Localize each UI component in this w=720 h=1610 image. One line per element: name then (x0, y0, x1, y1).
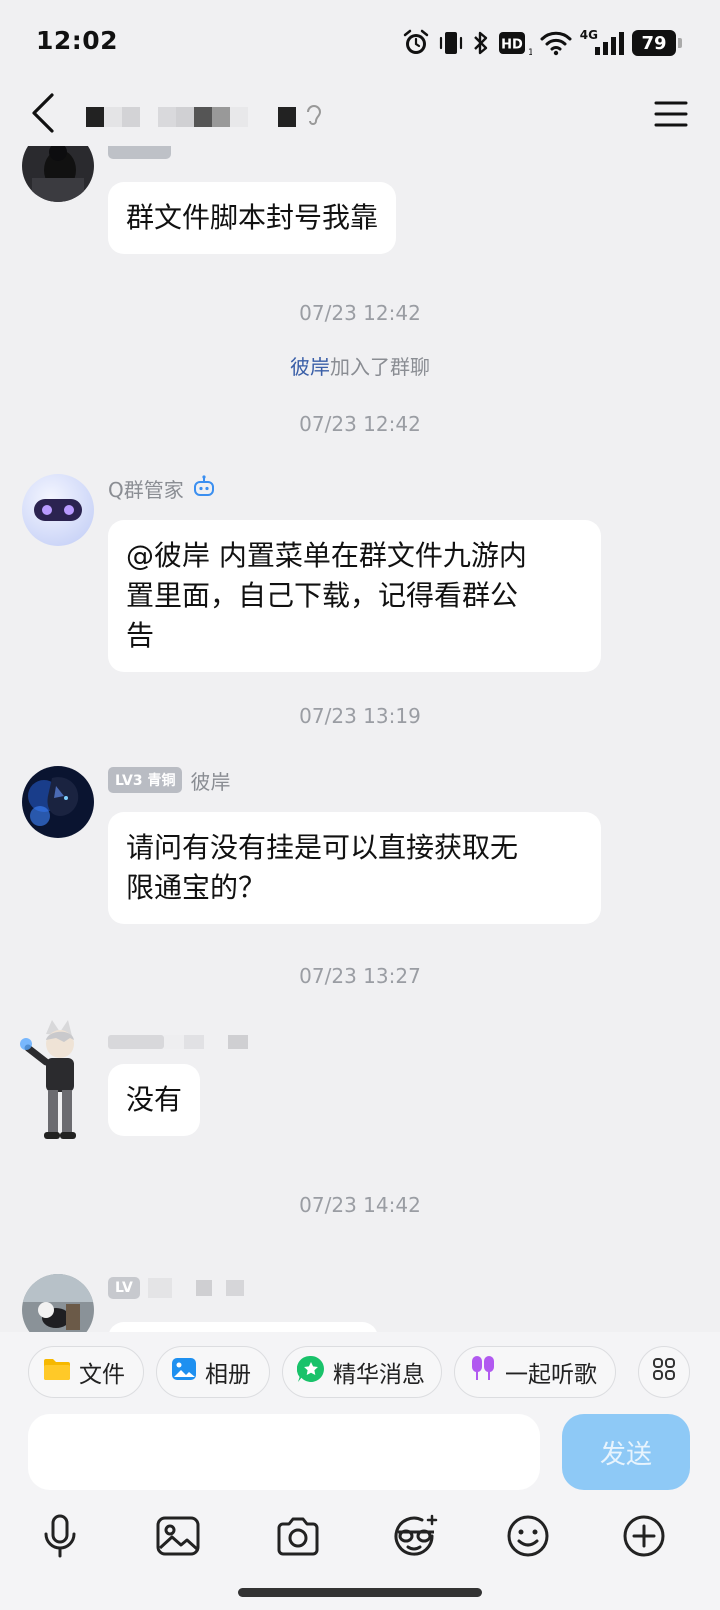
sticker-face-icon (392, 1514, 440, 1562)
emoji-icon (506, 1514, 550, 1562)
camera-icon (275, 1516, 321, 1560)
level-badge (108, 146, 171, 159)
avatar[interactable] (22, 146, 94, 202)
folder-icon (43, 1357, 71, 1387)
message-bubble[interactable]: @彼岸 内置菜单在群文件九游内 置里面，自己下载，记得看群公 告 (108, 520, 601, 672)
back-button[interactable] (18, 88, 68, 142)
emoji-button[interactable] (498, 1508, 558, 1568)
sender-name-redacted (108, 1035, 248, 1049)
level-badge: LV3 青铜 (108, 767, 183, 793)
message-line: 限通宝的？ (126, 871, 267, 904)
image-icon (156, 1516, 200, 1560)
status-time: 12:02 (36, 26, 119, 55)
hd-icon: HD 1 (498, 29, 532, 57)
alarm-icon (402, 29, 430, 57)
message-line: 告 (126, 619, 155, 652)
status-icons: HD 1 4G 79 (402, 26, 682, 60)
sender-row (108, 146, 171, 162)
microphone-icon (40, 1514, 80, 1562)
battery-icon: 79 (632, 30, 682, 56)
level-badge: LV (108, 1277, 140, 1299)
quick-listen-label: 一起听歌 (505, 1362, 597, 1388)
message-line: 置里面，自己下载，记得看群公 (126, 579, 519, 612)
avatar[interactable] (22, 1274, 94, 1332)
bluetooth-icon (472, 29, 490, 57)
camera-button[interactable] (268, 1508, 328, 1568)
avatar[interactable] (18, 1014, 98, 1150)
sender-row: LV (108, 1274, 244, 1302)
svg-text:HD: HD (501, 38, 523, 53)
timestamp: 07/23 12:42 (299, 301, 421, 325)
system-message: 彼岸加入了群聊 (0, 351, 720, 380)
message-input[interactable] (28, 1414, 540, 1490)
sender-row: Q群管家 (108, 474, 216, 502)
message-line: 请问有没有挂是可以直接获取无 (126, 831, 519, 864)
svg-text:1: 1 (528, 48, 532, 57)
signal-icon: 4G (579, 28, 624, 57)
avatar[interactable] (22, 474, 94, 546)
avatar[interactable] (22, 766, 94, 838)
quick-more-button[interactable] (638, 1346, 690, 1398)
quick-album-label: 相册 (205, 1362, 251, 1388)
input-row: 发送 (0, 1412, 720, 1502)
page-title-redacted (86, 100, 322, 134)
essence-star-icon (296, 1355, 325, 1389)
gallery-button[interactable] (148, 1508, 208, 1568)
quick-file-label: 文件 (79, 1362, 125, 1388)
title-bar (0, 86, 720, 146)
wifi-icon (540, 29, 572, 57)
photo-album-icon (171, 1357, 197, 1387)
sticker-button[interactable] (386, 1508, 446, 1568)
plus-circle-icon (622, 1514, 666, 1562)
home-indicator[interactable] (238, 1588, 482, 1597)
timestamp: 07/23 14:42 (299, 1193, 421, 1217)
sender-name[interactable]: 彼岸 (190, 766, 230, 795)
screen: { "status_bar": { "time": "12:02", "batt… (0, 0, 720, 1610)
quick-action-bar: 文件 相册 精华消息 一起听歌 (0, 1332, 720, 1412)
system-message-user[interactable]: 彼岸 (290, 355, 330, 379)
quick-essence-label: 精华消息 (333, 1362, 425, 1388)
voice-button[interactable] (30, 1508, 90, 1568)
timestamp: 07/23 13:27 (299, 964, 421, 988)
message-bubble[interactable]: 请问有没有挂是可以直接获取无 限通宝的？ (108, 812, 601, 924)
vibrate-icon (438, 29, 464, 57)
hamburger-menu-icon (654, 99, 688, 133)
menu-button[interactable] (652, 94, 690, 138)
grid-more-icon (652, 1357, 676, 1387)
timestamp: 07/23 12:42 (299, 412, 421, 436)
quick-file-button[interactable]: 文件 (28, 1346, 144, 1398)
quick-essence-button[interactable]: 精华消息 (282, 1346, 442, 1398)
quick-album-button[interactable]: 相册 (156, 1346, 270, 1398)
message-bubble[interactable]: 没有 (108, 1064, 201, 1136)
battery-level: 79 (632, 30, 682, 56)
quick-listen-button[interactable]: 一起听歌 (454, 1346, 616, 1398)
ear-icon (304, 103, 322, 131)
message-bubble[interactable]: 群文件脚本封号我靠 (108, 182, 397, 254)
sender-row (108, 1028, 248, 1056)
send-button[interactable]: 发送 (562, 1414, 690, 1490)
more-button[interactable] (614, 1508, 674, 1568)
sender-row: LV3 青铜 彼岸 (108, 766, 230, 794)
message-line: @彼岸 内置菜单在群文件九游内 (126, 539, 527, 572)
earphones-icon (469, 1355, 497, 1389)
robot-icon (192, 474, 216, 502)
network-label: 4G (579, 28, 598, 42)
sender-name-redacted (147, 1278, 244, 1298)
timestamp: 07/23 13:19 (299, 704, 421, 728)
sender-name[interactable]: Q群管家 (108, 474, 184, 503)
system-message-text: 加入了群聊 (330, 355, 430, 379)
status-bar: 12:02 HD 1 4G 79 (0, 0, 720, 86)
message-bubble[interactable] (108, 1322, 378, 1332)
bottom-toolbar (0, 1502, 720, 1610)
chat-area[interactable]: 群文件脚本封号我靠 07/23 12:42 彼岸加入了群聊 07/23 12:4… (0, 146, 720, 1332)
chevron-left-icon (28, 92, 58, 138)
